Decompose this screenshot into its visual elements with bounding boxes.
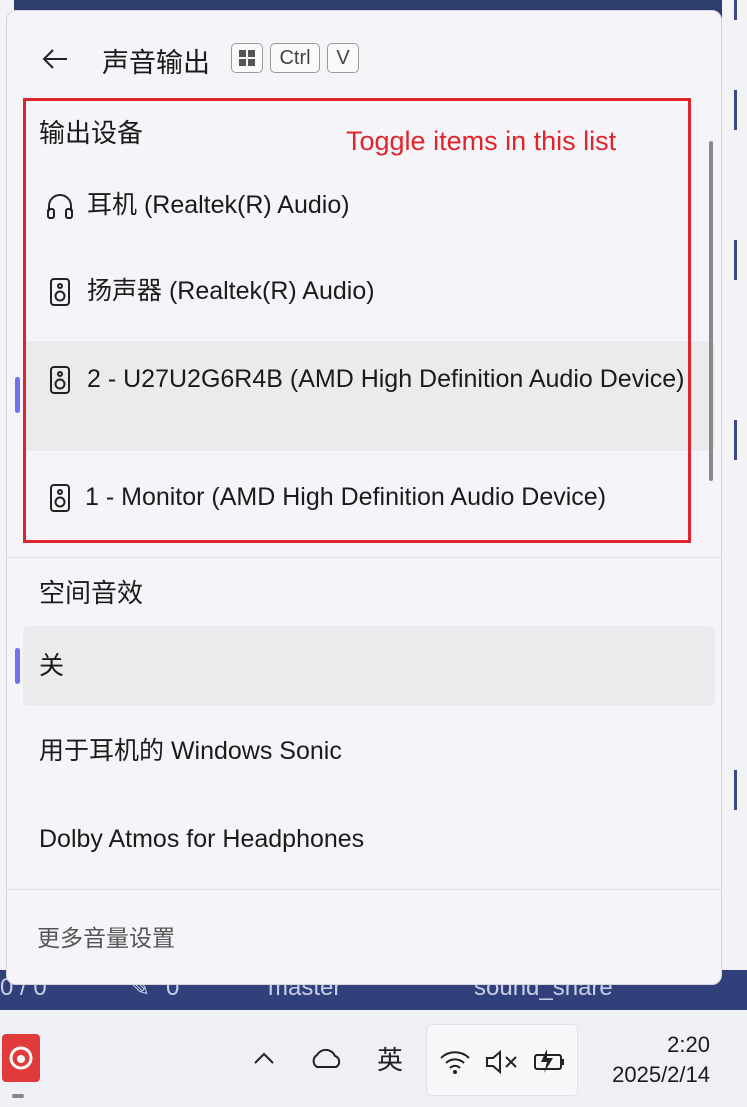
- netease-music-app-icon[interactable]: [2, 1034, 40, 1082]
- selected-indicator: [15, 377, 20, 413]
- annotation-text: Toggle items in this list: [346, 126, 617, 156]
- v-key: V: [327, 43, 359, 73]
- spatial-option-label: 用于耳机的 Windows Sonic: [39, 737, 342, 765]
- spatial-option-label: Dolby Atmos for Headphones: [39, 825, 365, 853]
- quick-settings-button[interactable]: [426, 1024, 578, 1096]
- onedrive-cloud-icon[interactable]: [306, 1038, 346, 1078]
- windows-key-icon: [231, 43, 263, 73]
- more-volume-settings-link[interactable]: 更多音量设置: [37, 919, 175, 953]
- spatial-audio-heading: 空间音效: [39, 578, 144, 608]
- selected-indicator: [15, 648, 20, 684]
- spatial-option-item[interactable]: 用于耳机的 Windows Sonic: [23, 713, 715, 791]
- ime-indicator[interactable]: 英: [370, 1038, 410, 1078]
- battery-charging-icon: [534, 1049, 564, 1073]
- spatial-option-label: 关: [39, 652, 65, 680]
- back-arrow-icon: [42, 49, 67, 69]
- wifi-icon: [440, 1051, 470, 1074]
- spatial-option-item[interactable]: 关: [15, 626, 715, 706]
- flyout-title: 声音输出: [102, 48, 210, 78]
- clock-time[interactable]: 2:20: [600, 1032, 710, 1058]
- divider: [7, 557, 721, 558]
- spatial-option-item[interactable]: Dolby Atmos for Headphones: [23, 801, 715, 879]
- clock-date[interactable]: 2025/2/14: [586, 1062, 710, 1088]
- divider: [7, 889, 721, 890]
- annotation-box: [23, 98, 691, 543]
- taskbar: 英 2:20 2025/2/14: [0, 1010, 747, 1107]
- chevron-up-icon[interactable]: [244, 1038, 284, 1078]
- app-running-indicator: [12, 1094, 24, 1098]
- back-button[interactable]: [35, 39, 75, 79]
- scrollbar[interactable]: [709, 141, 713, 481]
- background-window-right: [722, 0, 747, 980]
- ctrl-key: Ctrl: [270, 43, 320, 73]
- volume-muted-icon: [486, 1049, 517, 1075]
- flyout-header: 声音输出 Ctrl V: [7, 11, 721, 101]
